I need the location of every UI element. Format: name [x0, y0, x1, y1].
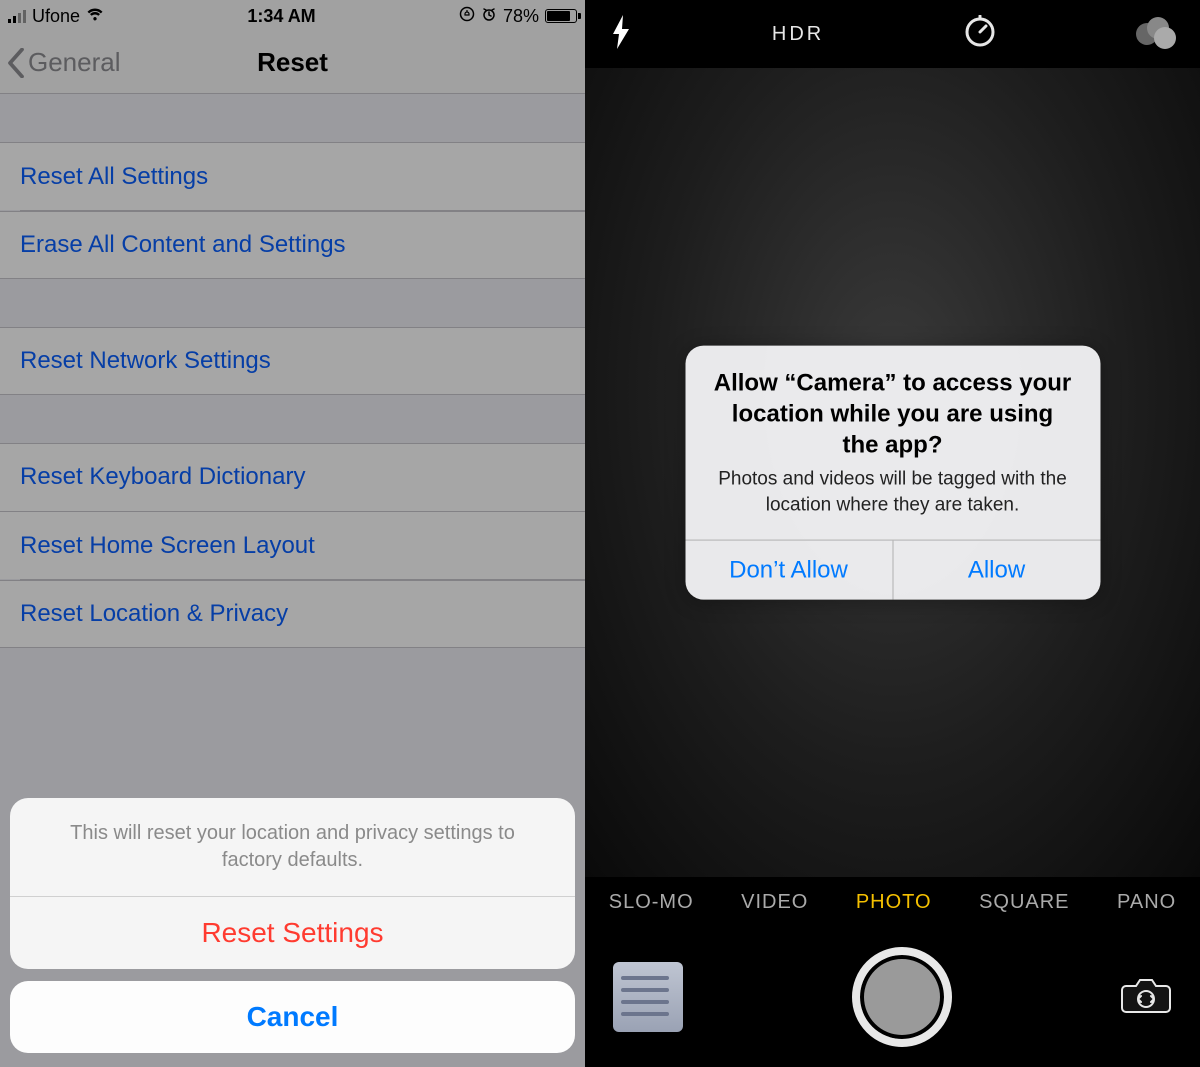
back-label: General: [28, 47, 121, 78]
reset-keyboard-cell[interactable]: Reset Keyboard Dictionary: [0, 443, 585, 511]
signal-bars-icon: [8, 9, 26, 23]
switch-camera-icon[interactable]: [1120, 974, 1172, 1021]
alarm-icon: [481, 6, 497, 27]
carrier-label: Ufone: [32, 6, 80, 27]
location-permission-alert: Allow “Camera” to access your location w…: [685, 345, 1100, 600]
action-sheet: This will reset your location and privac…: [10, 798, 575, 1053]
rotation-lock-icon: [459, 6, 475, 27]
last-photo-thumbnail[interactable]: [613, 962, 683, 1032]
reset-all-settings-cell[interactable]: Reset All Settings: [0, 142, 585, 210]
mode-photo[interactable]: PHOTO: [856, 891, 932, 914]
back-button[interactable]: General: [6, 47, 121, 78]
alert-message: Photos and videos will be tagged with th…: [685, 467, 1100, 540]
hdr-button[interactable]: HDR: [772, 23, 824, 46]
reset-location-privacy-cell[interactable]: Reset Location & Privacy: [0, 580, 585, 648]
reset-network-cell[interactable]: Reset Network Settings: [0, 327, 585, 395]
camera-screen: HDR Allow “Camera” to access your locati…: [585, 0, 1200, 1067]
camera-viewfinder[interactable]: Allow “Camera” to access your location w…: [585, 68, 1200, 877]
mode-pano[interactable]: PANO: [1117, 891, 1176, 914]
shutter-button[interactable]: [852, 947, 952, 1047]
battery-icon: [545, 9, 577, 23]
status-time: 1:34 AM: [247, 6, 315, 27]
action-sheet-message: This will reset your location and privac…: [10, 798, 575, 897]
camera-controls: [585, 927, 1200, 1067]
mode-slomo[interactable]: SLO-MO: [609, 891, 694, 914]
flash-icon[interactable]: [609, 15, 633, 54]
camera-mode-selector[interactable]: SLO-MO VIDEO PHOTO SQUARE PANO: [585, 877, 1200, 927]
page-title: Reset: [257, 47, 328, 78]
status-bar: Ufone 1:34 AM 78%: [0, 0, 585, 32]
reset-settings-button[interactable]: Reset Settings: [10, 897, 575, 969]
filters-icon[interactable]: [1136, 17, 1176, 51]
reset-homescreen-cell[interactable]: Reset Home Screen Layout: [0, 511, 585, 579]
chevron-left-icon: [6, 48, 26, 78]
nav-bar: General Reset: [0, 32, 585, 94]
cancel-button[interactable]: Cancel: [10, 981, 575, 1053]
mode-video[interactable]: VIDEO: [741, 891, 808, 914]
erase-all-content-cell[interactable]: Erase All Content and Settings: [0, 211, 585, 279]
camera-top-bar: HDR: [585, 0, 1200, 68]
reset-options-list: Reset All Settings Erase All Content and…: [0, 94, 585, 648]
battery-percent: 78%: [503, 6, 539, 27]
settings-screen: Ufone 1:34 AM 78% General Reset Reset Al…: [0, 0, 585, 1067]
allow-button[interactable]: Allow: [893, 541, 1100, 600]
timer-icon[interactable]: [963, 15, 997, 54]
mode-square[interactable]: SQUARE: [979, 891, 1069, 914]
alert-title: Allow “Camera” to access your location w…: [685, 345, 1100, 467]
dont-allow-button[interactable]: Don’t Allow: [685, 541, 893, 600]
wifi-icon: [86, 7, 104, 25]
